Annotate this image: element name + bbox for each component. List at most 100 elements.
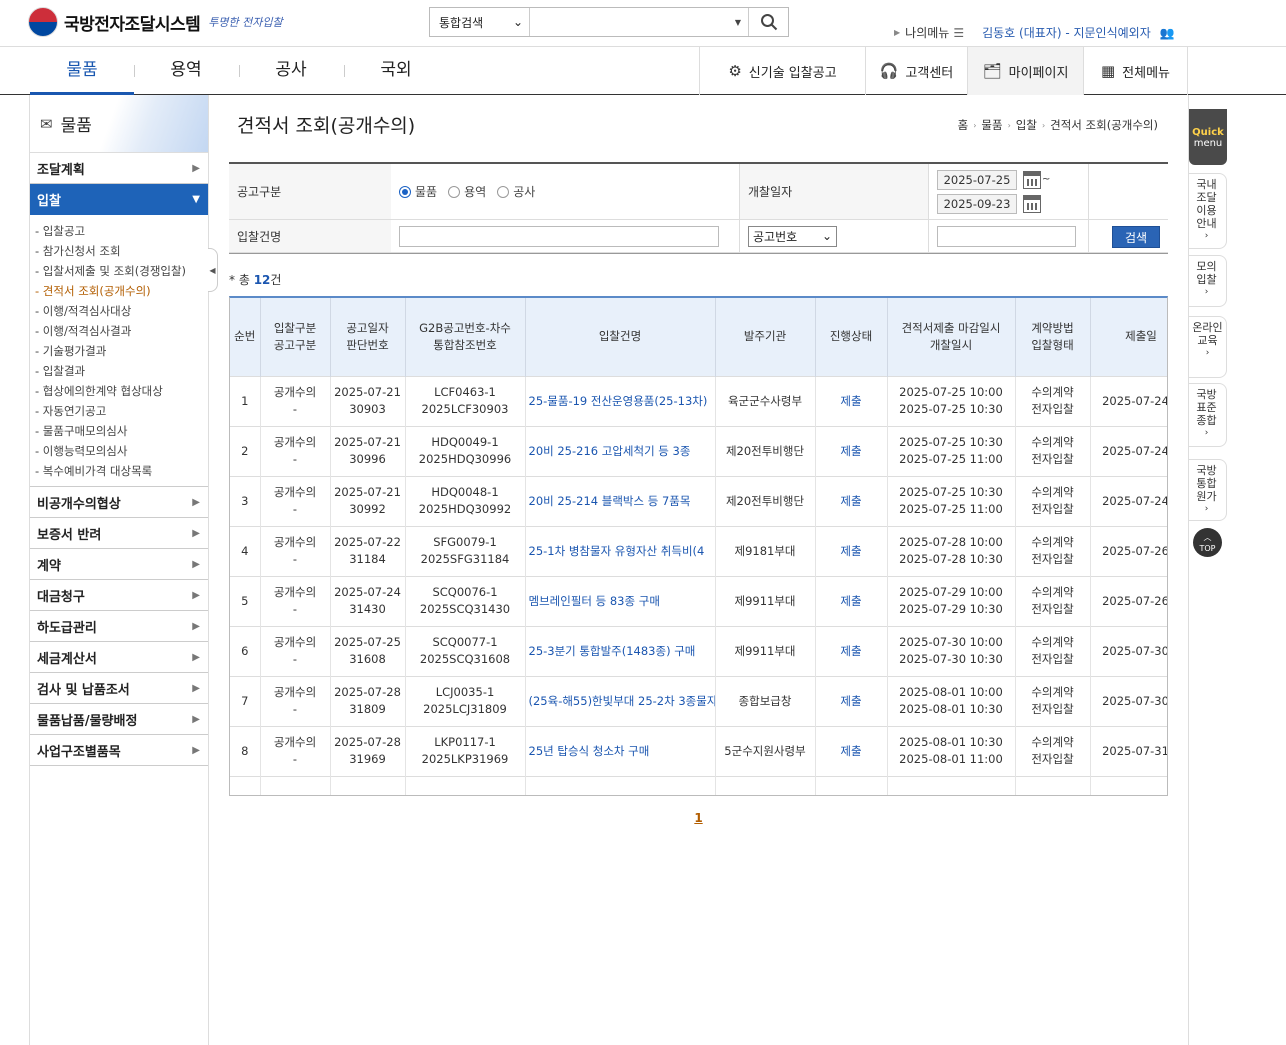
my-page-link[interactable]: 🗂 마이페이지 [967,47,1083,95]
status-link-cell[interactable]: 제출 [815,425,888,476]
notice-no-input[interactable] [937,225,1076,247]
gnb-tab-construction[interactable]: 공사 [239,47,343,95]
quick-item-mock-bid[interactable]: 모의입찰 › [1189,255,1227,307]
status-link[interactable]: 제출 [840,744,861,758]
bid-title-link-cell[interactable]: 멤브레인필터 등 83종 구매 [525,575,716,626]
table-row[interactable]: 5 공개수의 - 2025-07-24 31430 SCQ0076-1 2025SCQ314… [230,575,1167,626]
bid-title-link[interactable]: 멤브레인필터 등 83종 구매 [529,594,660,608]
radio-service[interactable]: 용역 [448,183,486,200]
table-row[interactable]: 3 공개수의 - 2025-07-21 30992 HDQ0048-1 2025HDQ309… [230,475,1167,526]
submenu-item[interactable]: - 물품구매모의심사 [35,421,208,441]
status-link-cell[interactable]: 제출 [815,675,888,726]
submenu-item[interactable]: - 이행/적격심사대상 [35,301,208,321]
submenu-item[interactable]: - 입찰서제출 및 조회(경쟁입찰) [35,261,208,281]
submenu-item[interactable]: - 복수예비가격 대상목록 [35,461,208,481]
status-link[interactable]: 제출 [840,644,861,658]
search-submit-button[interactable]: 검색 [1112,226,1160,248]
date-from-input[interactable]: 2025-07-25 [937,169,1017,190]
bid-title-link-cell[interactable]: 25-1차 병참물자 유형자산 취득비(4 [525,525,716,576]
breadcrumb-item[interactable]: 물품 [981,117,1002,133]
status-link[interactable]: 제출 [840,494,861,508]
my-menu-link[interactable]: ▶ 나의메뉴 ☰ [894,24,964,41]
status-link[interactable]: 제출 [840,694,861,708]
date-to-input[interactable]: 2025-09-23 [937,193,1017,214]
status-link[interactable]: 제출 [840,444,861,458]
side-menu-item[interactable]: 세금계산서 ▶ [30,642,208,673]
all-menu-link[interactable]: ▦ 전체메뉴 [1083,47,1188,95]
side-menu-item[interactable]: 사업구조별품목 ▶ [30,735,208,766]
bid-title-link-cell[interactable]: 25-3분기 통합발주(1483종) 구매 [525,625,716,676]
submenu-item[interactable]: - 이행/적격심사결과 [35,321,208,341]
caret-down-icon[interactable]: ▼ [728,8,748,36]
bid-title-link[interactable]: 25-3분기 통합발주(1483종) 구매 [529,644,696,658]
bid-title-link[interactable]: 25년 탑승식 청소차 구매 [529,744,650,758]
status-link-cell[interactable]: 제출 [815,625,888,676]
quick-item-standard[interactable]: 국방표준종합 › [1189,383,1227,447]
status-link-cell[interactable]: 제출 [815,725,888,776]
page-link-current[interactable]: 1 [694,811,702,825]
breadcrumb-home[interactable]: 홈 [958,117,969,133]
side-menu-item[interactable]: 검사 및 납품조서 ▶ [30,673,208,704]
side-menu-item[interactable]: 비공개수의협상 ▶ [30,487,208,518]
bid-title-link-cell[interactable]: (25육-해55)한빛부대 25-2차 3종물자 [525,675,716,726]
bid-name-input[interactable] [399,225,719,247]
side-menu-item[interactable]: 물품납품/물량배정 ▶ [30,704,208,735]
result-table-scroll[interactable]: 순번 입찰구분 공고구분 공고일자 판단번호 G2B공고번호-차수 통합참조번호 입찰건명 발주… [229,296,1168,796]
gnb-tab-service[interactable]: 용역 [134,47,238,95]
bid-title-link[interactable]: 20비 25-214 블랙박스 등 7품목 [529,494,691,508]
side-menu-plan[interactable]: 조달계획 ▶ [30,153,208,184]
side-menu-item[interactable]: 대금청구 ▶ [30,580,208,611]
search-button[interactable] [748,8,788,36]
bid-title-link[interactable]: 20비 25-216 고압세척기 등 3종 [529,444,691,458]
site-logo[interactable]: 국방전자조달시스템 투명한 전자입찰 [28,6,283,38]
status-link-cell[interactable]: 제출 [815,525,888,576]
side-menu-item[interactable]: 하도급관리 ▶ [30,611,208,642]
search-input[interactable] [530,8,728,36]
scroll-top-button[interactable]: ︿ TOP [1193,528,1222,557]
status-link-cell[interactable]: 제출 [815,575,888,626]
submenu-item[interactable]: - 입찰공고 [35,221,208,241]
status-link[interactable]: 제출 [840,394,861,408]
table-row[interactable]: 7 공개수의 - 2025-07-28 31809 LCJ0035-1 2025LCJ318… [230,675,1167,726]
bid-title-link-cell[interactable]: 20비 25-216 고압세척기 등 3종 [525,425,716,476]
table-row[interactable]: 6 공개수의 - 2025-07-25 31608 SCQ0077-1 2025SCQ316… [230,625,1167,676]
gnb-tab-overseas[interactable]: 국외 [344,47,448,95]
side-menu-bid[interactable]: 입찰 ▼ [30,184,208,215]
bid-title-link-cell[interactable] [525,775,716,795]
bid-title-link-cell[interactable]: 25년 탑승식 청소차 구매 [525,725,716,776]
customer-center-link[interactable]: 🎧 고객센터 [865,47,967,95]
quick-item-domestic-guide[interactable]: 국내조달이용안내 › [1189,173,1227,249]
radio-goods[interactable]: 물품 [399,183,437,200]
side-menu-item[interactable]: 계약 ▶ [30,549,208,580]
table-row[interactable]: 4 공개수의 - 2025-07-22 31184 SFG0079-1 2025SFG311… [230,525,1167,576]
radio-construction[interactable]: 공사 [497,183,535,200]
submenu-item[interactable]: - 자동연기공고 [35,401,208,421]
submenu-item[interactable]: - 협상에의한계약 협상대상 [35,381,208,401]
calendar-icon[interactable] [1023,170,1041,189]
new-tech-bid-link[interactable]: ⚙ 신기술 입찰공고 [699,47,865,95]
gnb-tab-goods[interactable]: 물품 [30,47,134,95]
side-menu-item[interactable]: 보증서 반려 ▶ [30,518,208,549]
bid-title-link[interactable]: 25-물품-19 전산운영용품(25-13차) [529,394,708,408]
quick-item-online-edu[interactable]: 온라인교육 › [1189,316,1227,378]
status-link[interactable]: 제출 [840,544,861,558]
bid-title-link-cell[interactable]: 20비 25-214 블랙박스 등 7품목 [525,475,716,526]
status-link-cell[interactable] [815,775,888,795]
submenu-item[interactable]: - 참가신청서 조회 [35,241,208,261]
quick-item-cost[interactable]: 국방통합원가 › [1189,459,1227,521]
bid-title-link[interactable]: (25육-해55)한빛부대 25-2차 3종물자 [529,694,715,708]
submenu-item[interactable]: - 기술평가결과 [35,341,208,361]
submenu-item[interactable]: - 입찰결과 [35,361,208,381]
bid-title-link[interactable]: 25-1차 병참물자 유형자산 취득비(4 [529,544,705,558]
calendar-icon[interactable] [1023,194,1041,213]
table-row[interactable]: 공개수의 2025-07-25 MCN0041-1 국방부근무지원 2025-08-01… [230,775,1167,795]
status-link-cell[interactable]: 제출 [815,375,888,426]
submenu-item-current[interactable]: - 견적서 조회(공개수의) [35,281,208,301]
search-field-select[interactable]: 공고번호 ⌄ [748,225,837,247]
table-row[interactable]: 1 공개수의 - 2025-07-21 30903 LCF0463-1 2025LCF309… [230,375,1167,426]
bid-title-link-cell[interactable]: 25-물품-19 전산운영용품(25-13차) [525,375,716,426]
breadcrumb-item[interactable]: 입찰 [1016,117,1037,133]
submenu-item[interactable]: - 이행능력모의심사 [35,441,208,461]
status-link[interactable]: 제출 [840,594,861,608]
table-row[interactable]: 8 공개수의 - 2025-07-28 31969 LKP0117-1 2025LKP319… [230,725,1167,776]
